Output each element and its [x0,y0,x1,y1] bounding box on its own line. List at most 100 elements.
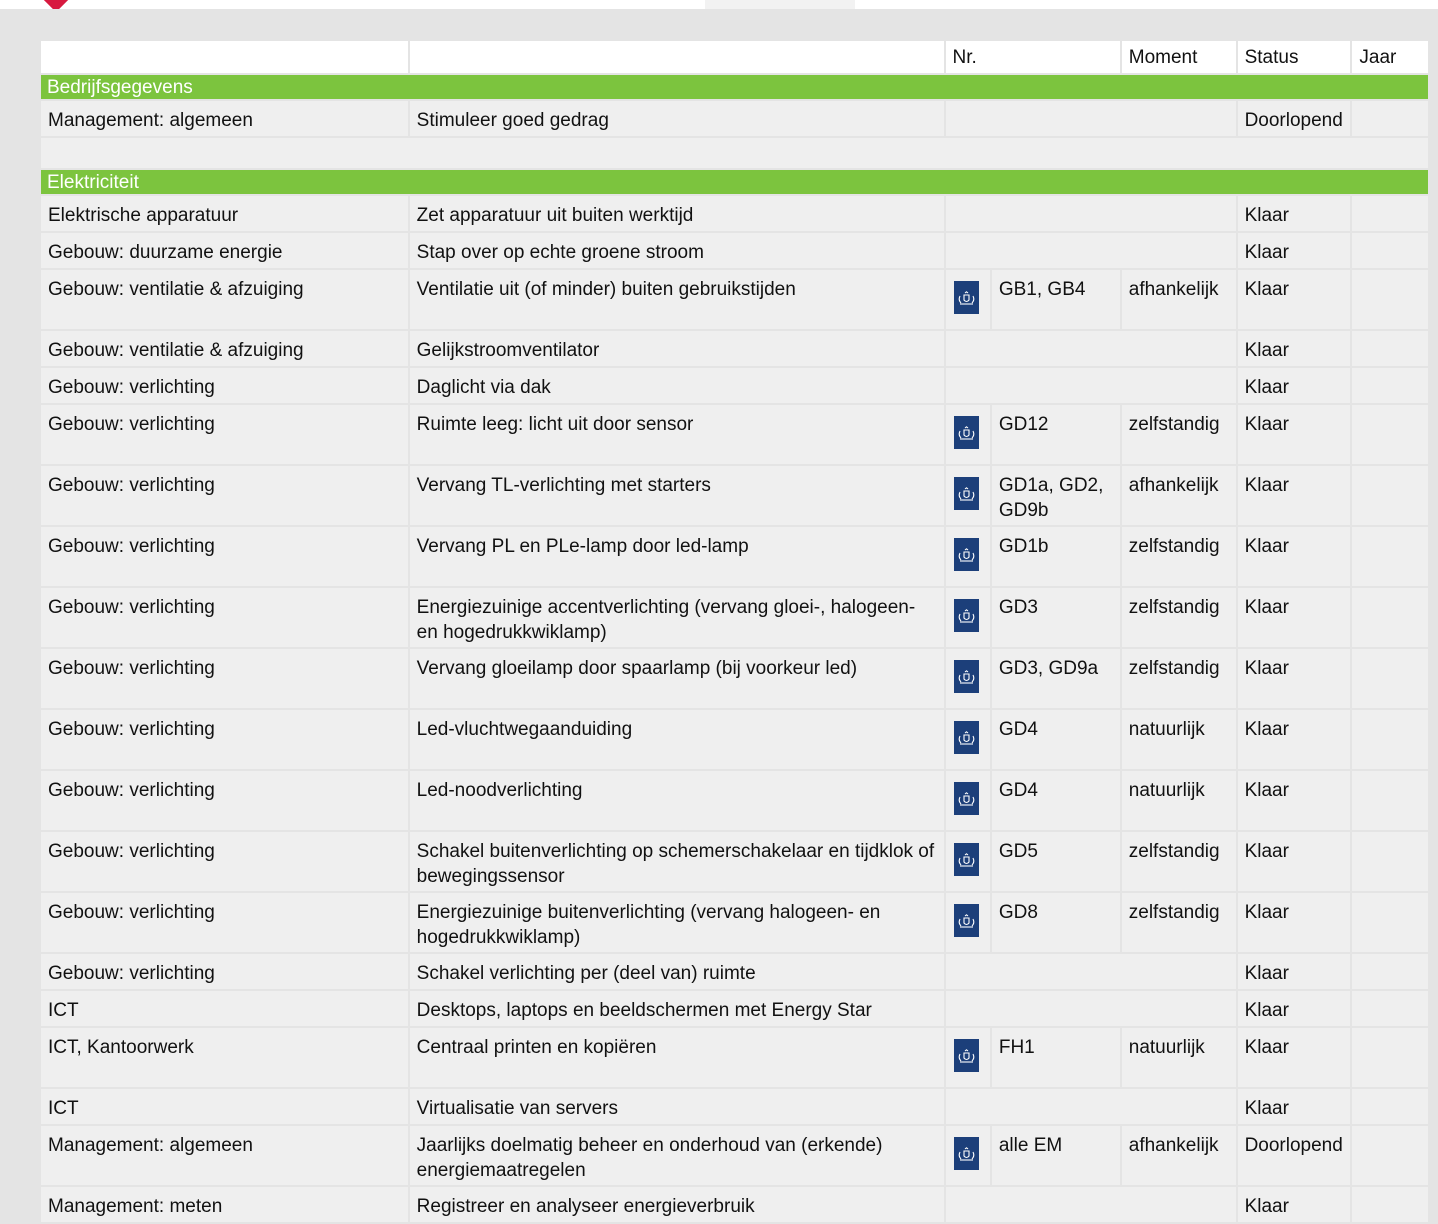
row-status: Klaar [1237,991,1351,1026]
table-row: Gebouw: verlichting Schakel buitenverlich… [41,832,1428,891]
row-category: Gebouw: verlichting [41,771,408,830]
row-icon-cell [945,588,990,647]
row-moment: afhankelijk [1121,466,1236,525]
row-jaar [1352,270,1428,329]
row-jaar [1352,466,1428,525]
rijksoverheid-crest-icon[interactable] [953,1039,979,1072]
rijksoverheid-crest-icon[interactable] [953,1137,979,1170]
row-moment: zelfstandig [1121,832,1236,891]
table-row: Management: meten Registreer en analyseer… [41,1187,1428,1222]
row-icon-cell [945,771,990,830]
top-bar [0,0,1438,9]
header-status: Status [1237,41,1351,73]
row-status: Klaar [1237,466,1351,525]
row-category: Gebouw: verlichting [41,649,408,708]
row-jaar [1352,405,1428,464]
row-status: Klaar [1237,893,1351,952]
table-row: Gebouw: verlichting Vervang PL en PLe-lam… [41,527,1428,586]
row-icon-cell [945,649,990,708]
row-icon-cell [945,466,990,525]
section-header: Elektriciteit [41,170,1428,194]
rijksoverheid-crest-icon[interactable] [953,416,979,449]
row-jaar [1352,771,1428,830]
top-tab [705,0,855,9]
table-row: Gebouw: verlichting Led-noodverlichting GD… [41,771,1428,830]
row-icon-cell [945,405,990,464]
spacer-cell [41,138,1428,168]
row-jaar [1352,527,1428,586]
table-row: Gebouw: ventilatie & afzuiging Ventilatie… [41,270,1428,329]
row-status: Doorlopend [1237,101,1351,136]
row-jaar [1352,101,1428,136]
row-measure: Daglicht via dak [409,368,944,403]
rijksoverheid-crest-icon[interactable] [953,660,979,693]
rijksoverheid-crest-icon[interactable] [953,843,979,876]
row-nr: GD8 [991,893,1120,952]
row-icon-cell [945,527,990,586]
row-status: Klaar [1237,196,1351,231]
rijksoverheid-crest-icon[interactable] [953,904,979,937]
rijksoverheid-crest-icon[interactable] [953,782,979,815]
row-status: Klaar [1237,1187,1351,1222]
row-nr: GD12 [991,405,1120,464]
table-row: Gebouw: verlichting Led-vluchtwegaanduidi… [41,710,1428,769]
header-measure [409,41,944,73]
row-nr-empty [945,233,1236,268]
rijksoverheid-crest-icon[interactable] [953,477,979,510]
row-jaar [1352,196,1428,231]
row-status: Klaar [1237,368,1351,403]
row-measure: Led-vluchtwegaanduiding [409,710,944,769]
row-moment: natuurlijk [1121,710,1236,769]
header-nr: Nr. [945,41,1120,73]
rijksoverheid-crest-icon[interactable] [953,281,979,314]
row-jaar [1352,588,1428,647]
section-title: Elektriciteit [41,170,1428,194]
row-measure: Schakel verlichting per (deel van) ruimt… [409,954,944,989]
header-moment: Moment [1121,41,1236,73]
row-measure: Led-noodverlichting [409,771,944,830]
row-nr: GD3 [991,588,1120,647]
row-icon-cell [945,1028,990,1087]
table-row: Management: algemeen Jaarlijks doelmatig … [41,1126,1428,1185]
row-jaar [1352,893,1428,952]
row-nr-empty [945,101,1236,136]
row-measure: Stap over op echte groene stroom [409,233,944,268]
row-measure: Vervang gloeilamp door spaarlamp (bij vo… [409,649,944,708]
row-icon-cell [945,893,990,952]
row-status: Klaar [1237,270,1351,329]
section-header: Bedrijfsgegevens [41,75,1428,99]
row-moment: zelfstandig [1121,649,1236,708]
row-category: Gebouw: verlichting [41,527,408,586]
row-moment: zelfstandig [1121,527,1236,586]
row-jaar [1352,1126,1428,1185]
row-status: Klaar [1237,527,1351,586]
row-nr: GD4 [991,771,1120,830]
row-icon-cell [945,710,990,769]
row-category: Gebouw: verlichting [41,893,408,952]
table-row: ICT Virtualisatie van servers Klaar [41,1089,1428,1124]
row-jaar [1352,331,1428,366]
row-category: Gebouw: verlichting [41,710,408,769]
row-category: Gebouw: verlichting [41,405,408,464]
rijksoverheid-crest-icon[interactable] [953,538,979,571]
rijksoverheid-crest-icon[interactable] [953,721,979,754]
table-row: Elektrische apparatuur Zet apparatuur uit… [41,196,1428,231]
row-jaar [1352,1028,1428,1087]
row-measure: Gelijkstroomventilator [409,331,944,366]
section-title: Bedrijfsgegevens [41,75,1428,99]
row-status: Klaar [1237,405,1351,464]
row-moment: natuurlijk [1121,1028,1236,1087]
rijksoverheid-crest-icon[interactable] [953,599,979,632]
row-nr: FH1 [991,1028,1120,1087]
row-nr-empty [945,331,1236,366]
row-measure: Registreer en analyseer energieverbruik [409,1187,944,1222]
row-measure: Vervang PL en PLe-lamp door led-lamp [409,527,944,586]
measures-table: Nr. Moment Status Jaar Bedrijfsgegevens M… [39,39,1430,1224]
row-measure: Ruimte leeg: licht uit door sensor [409,405,944,464]
row-nr-empty [945,1089,1236,1124]
row-category: Gebouw: verlichting [41,832,408,891]
table-row: Gebouw: verlichting Schakel verlichting p… [41,954,1428,989]
row-status: Klaar [1237,588,1351,647]
row-status: Doorlopend [1237,1126,1351,1185]
row-category: ICT [41,1089,408,1124]
